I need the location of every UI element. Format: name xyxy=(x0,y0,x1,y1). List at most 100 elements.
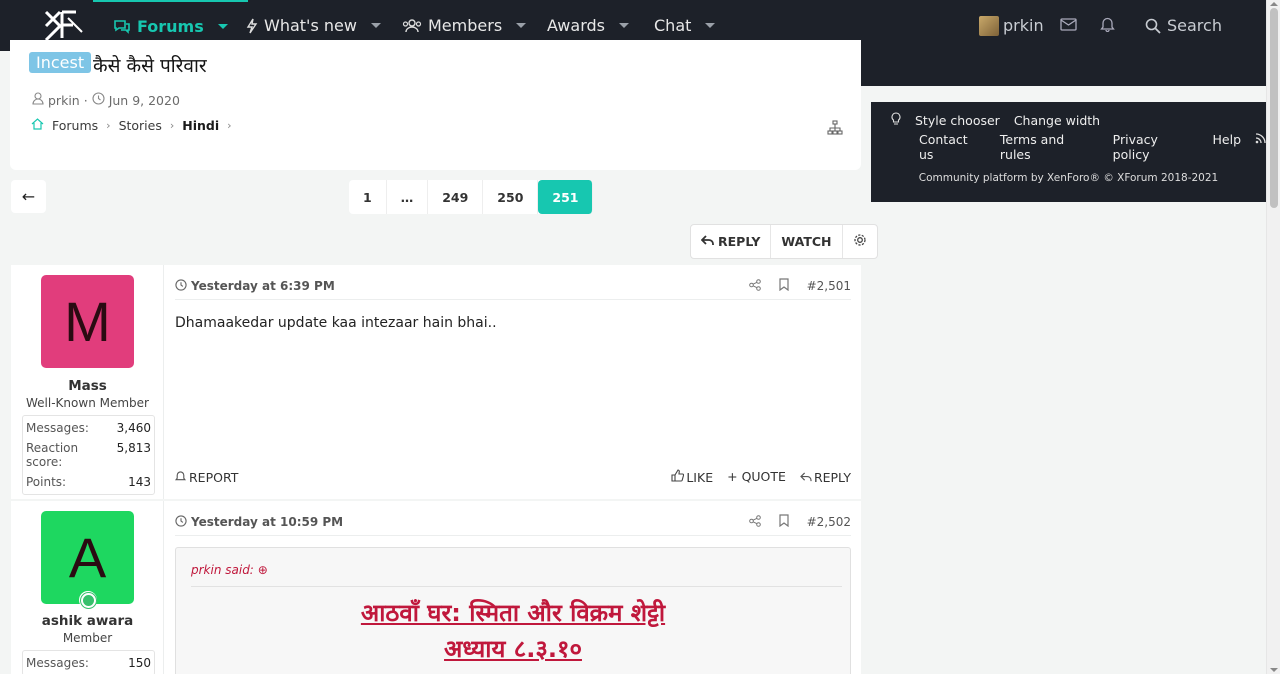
reply-post-button[interactable]: REPLY xyxy=(800,469,851,485)
footer-links-top: Style chooser Change width xyxy=(891,112,1100,128)
post-date[interactable]: Yesterday at 10:59 PM xyxy=(175,514,344,530)
account-link[interactable]: prkin xyxy=(979,0,1044,51)
footer-links-bottom: Contact us Terms and rules Privacy polic… xyxy=(919,132,1266,162)
rss-icon[interactable] xyxy=(1255,132,1266,162)
report-button[interactable]: REPORT xyxy=(175,470,238,485)
chevron-down-icon xyxy=(516,23,527,28)
thread-header: Incest कैसे कैसे परिवार prkin · Jun 9, 2… xyxy=(10,40,861,170)
stat-label: Points: xyxy=(26,475,67,489)
share-icon[interactable] xyxy=(748,278,761,294)
like-button[interactable]: LIKE xyxy=(671,469,713,485)
help-link[interactable]: Help xyxy=(1213,132,1242,162)
search-button[interactable]: Search xyxy=(1145,0,1222,51)
bookmark-icon[interactable] xyxy=(778,278,789,294)
privacy-link[interactable]: Privacy policy xyxy=(1113,132,1199,162)
reply-label: REPLY xyxy=(718,234,761,249)
nav-whats-new-label: What's new xyxy=(264,16,357,35)
avatar xyxy=(979,15,999,36)
site-logo[interactable] xyxy=(40,8,88,44)
share-icon[interactable] xyxy=(748,514,761,530)
post-header: Yesterday at 10:59 PM #2,502 xyxy=(175,509,851,536)
post-number[interactable]: #2,502 xyxy=(807,515,851,529)
envelope-icon xyxy=(1060,16,1077,35)
post-2501: M Mass Well-Known Member Messages: 3,460 … xyxy=(11,265,861,499)
stat-label: Messages: xyxy=(26,421,89,435)
scroll-up-icon[interactable] xyxy=(1270,2,1278,6)
page-ellipsis[interactable]: … xyxy=(387,180,429,214)
arrow-up-circle-icon: ⊕ xyxy=(257,563,268,577)
thread-meta: prkin · Jun 9, 2020 xyxy=(32,92,180,108)
stat-label: Reaction score: xyxy=(26,441,79,469)
post-actions: LIKE + QUOTE REPLY xyxy=(671,469,851,485)
stat-value: 150 xyxy=(128,656,151,670)
gear-icon xyxy=(853,233,867,250)
change-width-link[interactable]: Change width xyxy=(1014,113,1100,128)
page-scrollbar[interactable] xyxy=(1266,0,1280,674)
clock-icon xyxy=(92,92,105,108)
user-stats: Messages: 3,460 Reaction score: 5,813 Poin… xyxy=(22,415,155,495)
post-date-text: Yesterday at 10:59 PM xyxy=(191,515,344,529)
quote-button[interactable]: + QUOTE xyxy=(727,469,786,485)
post-message: Dhamaakedar update kaa intezaar hain bha… xyxy=(175,315,497,331)
watch-button[interactable]: WATCH xyxy=(771,225,843,258)
thread-author[interactable]: prkin xyxy=(48,93,80,108)
home-icon xyxy=(31,118,44,133)
lightbulb-icon xyxy=(891,112,901,128)
search-icon xyxy=(1145,18,1161,34)
page-link-249[interactable]: 249 xyxy=(428,180,484,214)
style-chooser-link[interactable]: Style chooser xyxy=(915,113,1000,128)
breadcrumb-stories[interactable]: Stories xyxy=(119,118,162,133)
bookmark-icon[interactable] xyxy=(778,514,789,530)
meta-separator: · xyxy=(83,92,88,108)
thumbs-up-icon xyxy=(671,469,685,485)
page-link-current[interactable]: 251 xyxy=(538,180,594,214)
watch-label: WATCH xyxy=(781,234,832,249)
post-username[interactable]: Mass xyxy=(11,378,164,394)
user-title: Member xyxy=(62,631,113,645)
stat-row: Messages: 150 xyxy=(26,653,151,673)
alerts-button[interactable] xyxy=(1100,0,1115,51)
chevron-right-icon: › xyxy=(106,119,111,132)
avatar[interactable]: M xyxy=(41,275,134,368)
post-2502: A ashik awara Member Messages: 150 Yester… xyxy=(11,501,861,674)
page-title: कैसे कैसे परिवार xyxy=(93,55,207,77)
site-footer: Style chooser Change width Contact us Te… xyxy=(871,102,1266,202)
scrollbar-thumb[interactable] xyxy=(1270,8,1278,208)
thread-tools-button[interactable] xyxy=(843,225,877,258)
thread-date[interactable]: Jun 9, 2020 xyxy=(109,93,180,108)
quote-attribution[interactable]: prkin said: ⊕ xyxy=(191,563,268,577)
previous-page-button[interactable]: ← xyxy=(11,180,46,213)
stat-row: Messages: 3,460 xyxy=(26,418,151,438)
breadcrumb-hindi[interactable]: Hindi xyxy=(182,118,219,133)
post-date[interactable]: Yesterday at 6:39 PM xyxy=(175,278,335,294)
scroll-down-icon[interactable] xyxy=(1270,668,1278,672)
terms-link[interactable]: Terms and rules xyxy=(1000,132,1099,162)
chevron-down-icon xyxy=(370,23,381,28)
post-number[interactable]: #2,501 xyxy=(807,279,851,293)
breadcrumb-forums[interactable]: Forums xyxy=(52,118,98,133)
user-icon xyxy=(32,92,44,108)
thread-prefix-label[interactable]: Incest xyxy=(29,52,92,73)
quote-author: prkin said: xyxy=(191,563,254,577)
chevron-right-icon: › xyxy=(227,119,232,132)
sitemap-icon[interactable] xyxy=(827,120,843,139)
chevron-down-icon xyxy=(618,23,629,28)
inbox-button[interactable] xyxy=(1060,0,1077,51)
post-username[interactable]: ashik awara xyxy=(11,613,164,629)
divider xyxy=(191,586,842,587)
contact-link[interactable]: Contact us xyxy=(919,132,986,162)
report-label: REPORT xyxy=(189,469,239,485)
bell-icon xyxy=(1100,16,1115,36)
chevron-down-icon xyxy=(705,23,716,28)
chevron-right-icon: › xyxy=(169,119,175,132)
users-icon xyxy=(402,18,422,33)
page-link-250[interactable]: 250 xyxy=(483,180,539,214)
reply-button[interactable]: REPLY xyxy=(691,225,772,258)
post-content: Yesterday at 6:39 PM #2,501 Dhamaakedar … xyxy=(175,265,851,499)
copyright-text[interactable]: Community platform by XenForo® © XForum … xyxy=(871,172,1266,184)
page-link-1[interactable]: 1 xyxy=(349,180,387,214)
clock-icon xyxy=(175,278,187,294)
thread-actions: REPLY WATCH xyxy=(690,224,878,259)
stat-row: Reaction score: 5,813 xyxy=(26,438,151,472)
user-title: Well-Known Member xyxy=(26,396,149,410)
